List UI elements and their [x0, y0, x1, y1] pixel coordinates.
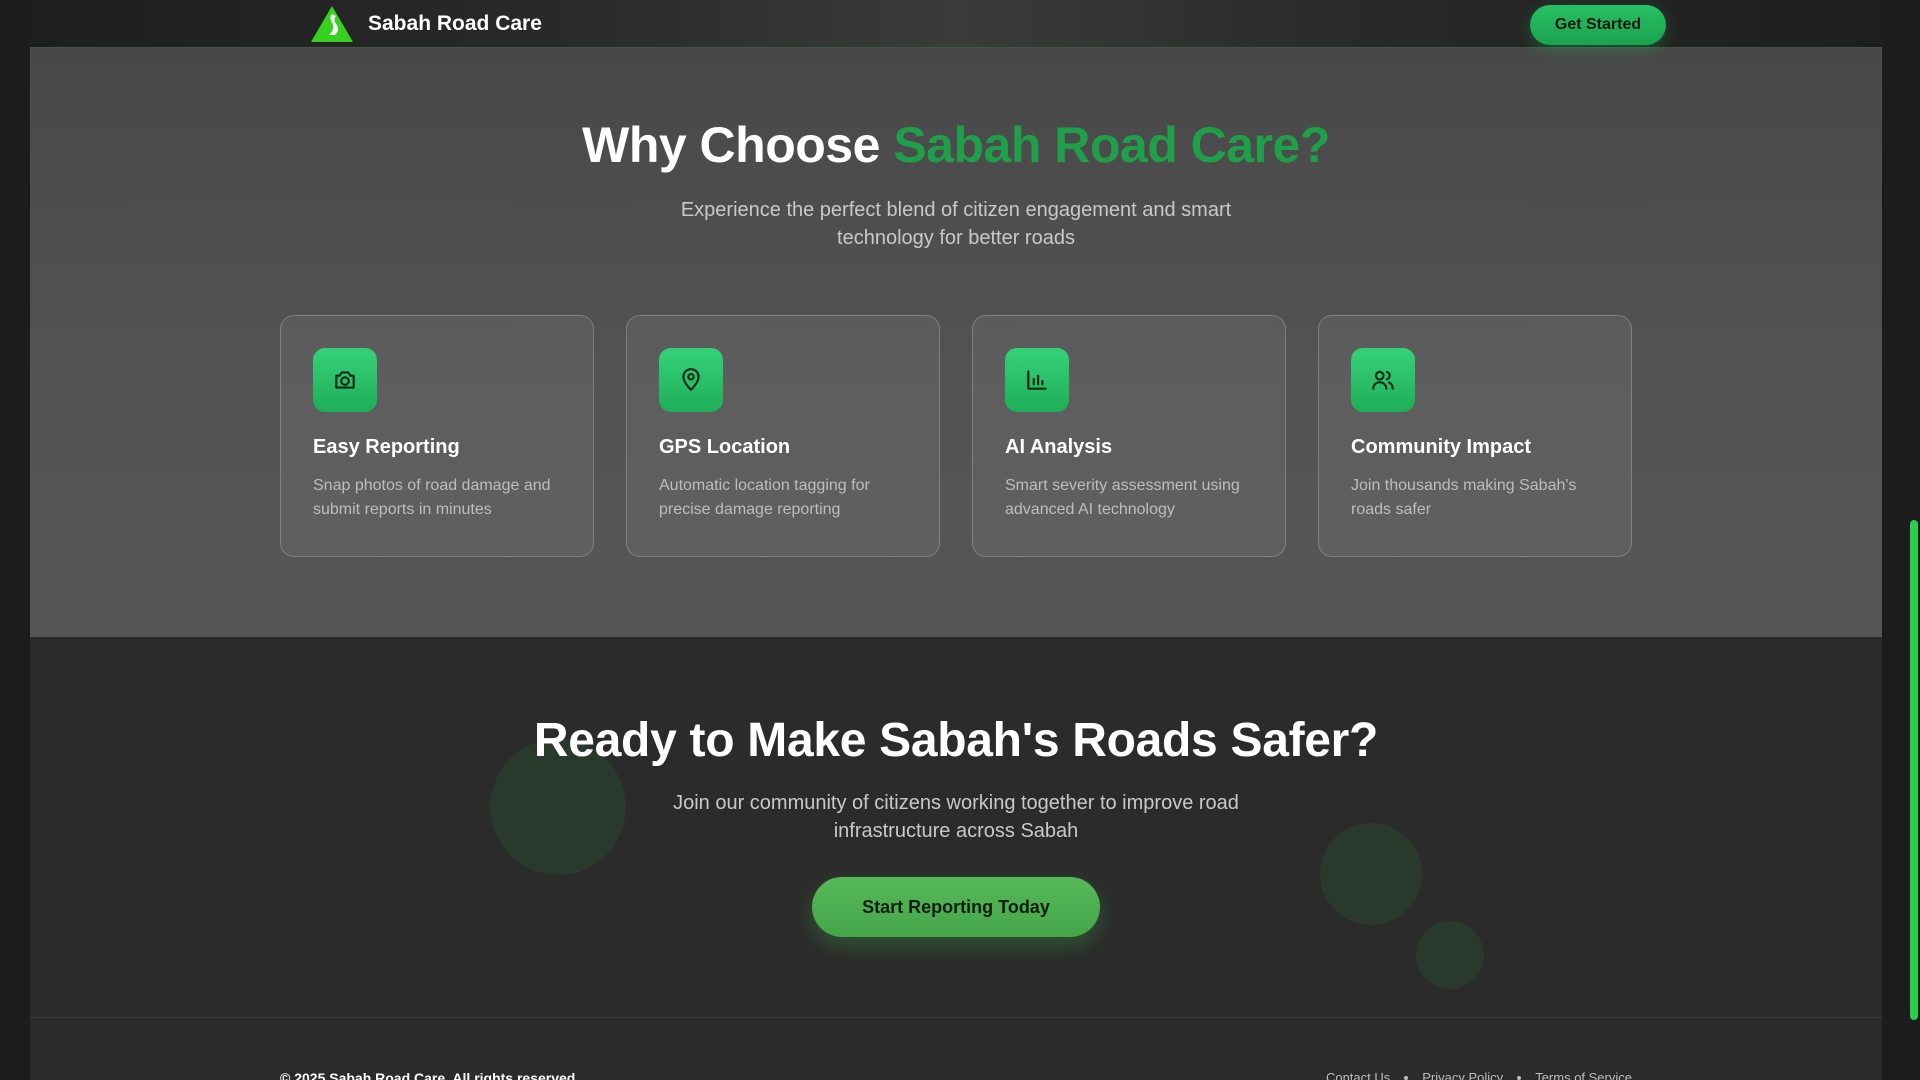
features-title: Why Choose Sabah Road Care?: [30, 116, 1882, 174]
features-section: Why Choose Sabah Road Care? Experience t…: [30, 48, 1882, 637]
users-icon: [1351, 348, 1415, 412]
footer-link-contact[interactable]: Contact Us: [1326, 1070, 1390, 1080]
brand-name: Sabah Road Care: [368, 12, 542, 35]
cta-section: Ready to Make Sabah's Roads Safer? Join …: [30, 637, 1882, 1017]
footer-link-terms[interactable]: Terms of Service: [1535, 1070, 1632, 1080]
feature-card-title: Community Impact: [1351, 436, 1532, 458]
bar-chart-icon: [1005, 348, 1069, 412]
start-reporting-button[interactable]: Start Reporting Today: [812, 877, 1100, 937]
copyright-text: © 2025 Sabah Road Care. All rights reser…: [280, 1070, 580, 1080]
features-subtitle: Experience the perfect blend of citizen …: [680, 199, 1232, 249]
top-nav-bar: Sabah Road Care Get Started: [30, 0, 1882, 48]
feature-card-description: Smart severity assessment using advanced…: [1005, 477, 1240, 518]
map-pin-icon: [659, 348, 723, 412]
feature-card-description: Snap photos of road damage and submit re…: [313, 477, 551, 518]
feature-card-easy-reporting: Easy Reporting Snap photos of road damag…: [280, 315, 594, 557]
feature-card-title: Easy Reporting: [313, 436, 460, 458]
cta-title: Ready to Make Sabah's Roads Safer?: [533, 714, 1379, 767]
road-logo-icon: [311, 6, 353, 42]
footer-links: Contact Us Privacy Policy Terms of Servi…: [1326, 1070, 1632, 1080]
camera-icon: [313, 348, 377, 412]
feature-card-title: GPS Location: [659, 436, 791, 458]
get-started-button[interactable]: Get Started: [1530, 5, 1666, 45]
feature-card-title: AI Analysis: [1005, 436, 1113, 458]
vertical-scrollbar[interactable]: [1906, 0, 1920, 1080]
feature-card-ai-analysis: AI Analysis Smart severity assessment us…: [972, 315, 1286, 557]
scrollbar-thumb[interactable]: [1910, 520, 1918, 1020]
footer-link-privacy[interactable]: Privacy Policy: [1422, 1070, 1503, 1080]
decorative-circle: [1320, 823, 1422, 925]
features-title-accent: Sabah Road Care?: [893, 117, 1330, 173]
page-frame: Sabah Road Care Get Started Why Choose S…: [30, 0, 1882, 1080]
feature-card-community-impact: Community Impact Join thousands making S…: [1318, 315, 1632, 557]
cta-subtitle: Join our community of citizens working t…: [673, 792, 1239, 842]
brand[interactable]: Sabah Road Care: [310, 5, 542, 43]
decorative-circle: [1416, 921, 1484, 989]
feature-card-description: Automatic location tagging for precise d…: [659, 477, 870, 518]
feature-card-description: Join thousands making Sabah's roads safe…: [1351, 477, 1577, 518]
feature-cards: Easy Reporting Snap photos of road damag…: [280, 315, 1632, 557]
footer: © 2025 Sabah Road Care. All rights reser…: [30, 1017, 1882, 1080]
features-title-prefix: Why Choose: [582, 117, 894, 173]
feature-card-gps-location: GPS Location Automatic location tagging …: [626, 315, 940, 557]
separator-dot: [1404, 1075, 1409, 1080]
separator-dot: [1517, 1075, 1522, 1080]
